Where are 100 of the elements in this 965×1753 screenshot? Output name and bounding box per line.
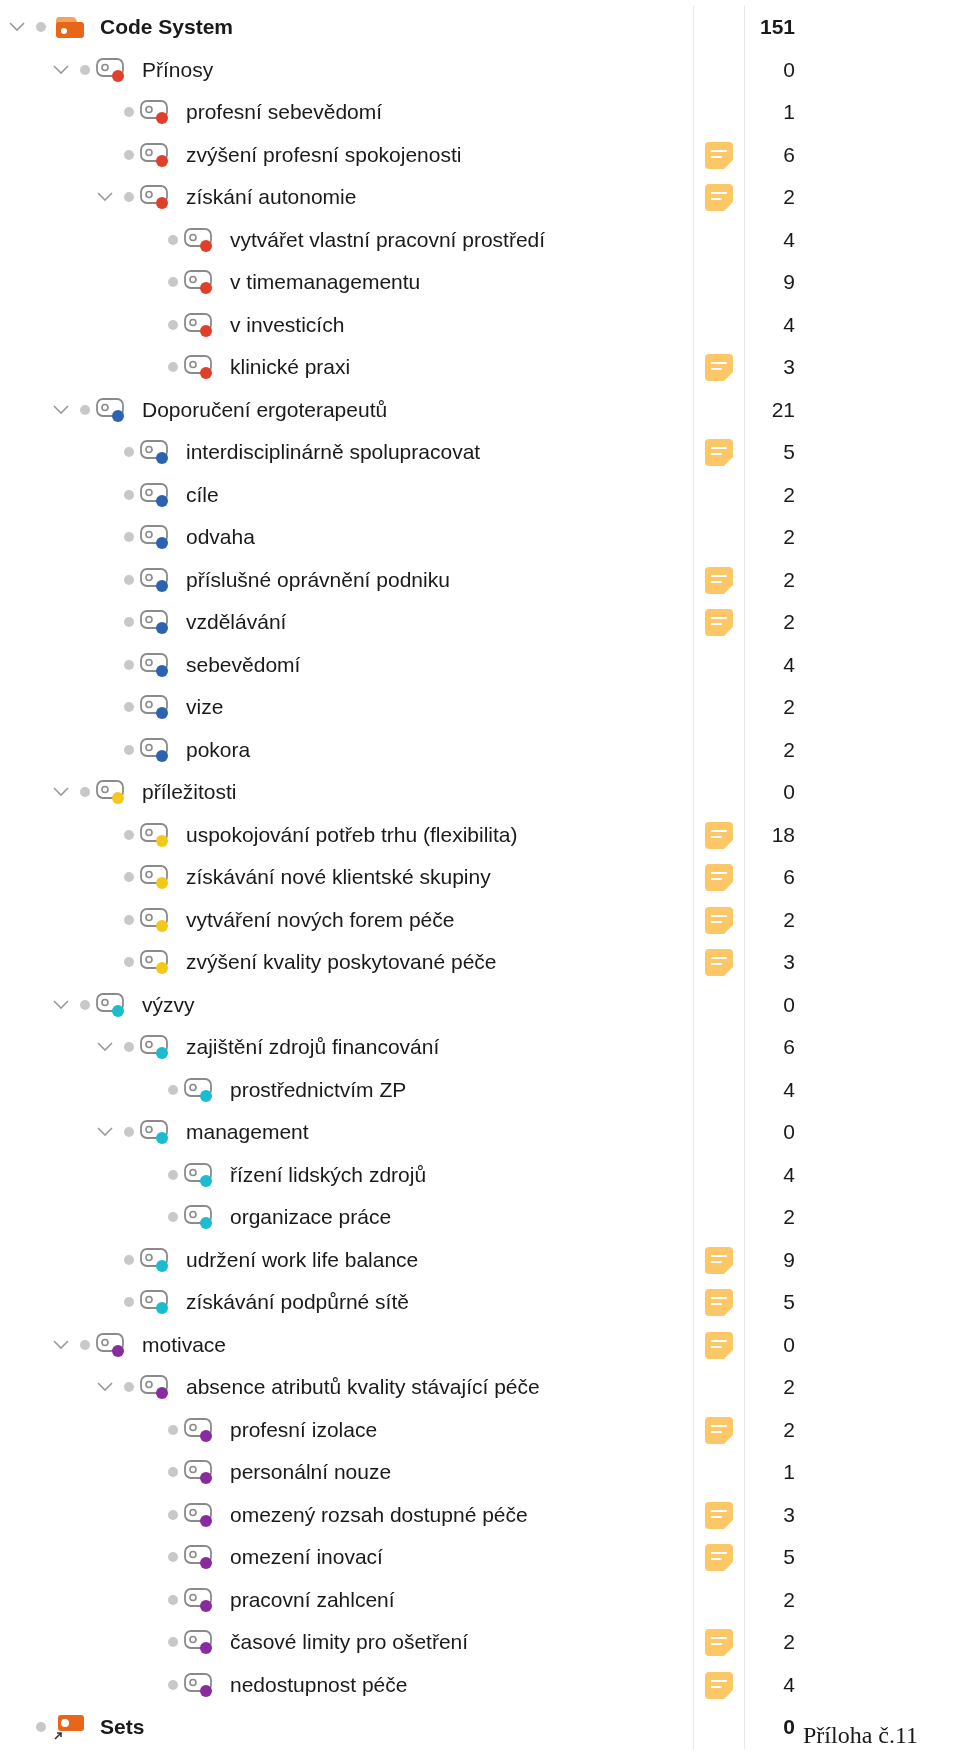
memo-icon[interactable] — [704, 819, 734, 850]
code-label[interactable]: vize — [186, 695, 224, 720]
count-text: 3 — [783, 950, 795, 975]
memo-icon[interactable] — [704, 1329, 734, 1360]
dot-icon — [168, 1679, 178, 1690]
code-label[interactable]: klinické praxi — [230, 355, 351, 380]
code-label[interactable]: zajištění zdrojů financování — [186, 1035, 440, 1060]
chevron-down-icon[interactable] — [96, 1381, 114, 1394]
code-label[interactable]: vytváření nových forem péče — [186, 907, 455, 932]
dot-icon — [168, 1552, 178, 1563]
code-icon — [140, 482, 168, 502]
code-icon — [140, 1375, 168, 1395]
code-label[interactable]: absence atributů kvality stávající péče — [186, 1375, 540, 1400]
code-label[interactable]: odvaha — [186, 525, 255, 550]
count-text: 2 — [783, 1375, 795, 1400]
code-label[interactable]: v investicích — [230, 312, 345, 337]
code-label[interactable]: prostřednictvím ZP — [230, 1077, 407, 1102]
code-label[interactable]: v timemanagementu — [230, 270, 421, 295]
code-label[interactable]: zvýšení kvality poskytované péče — [186, 950, 497, 975]
code-label[interactable]: Doporučení ergoterapeutů — [142, 397, 388, 422]
code-label[interactable]: příslušné oprávnění podniku — [186, 567, 450, 592]
chevron-down-icon[interactable] — [52, 786, 70, 799]
code-label[interactable]: Sets — [100, 1715, 145, 1740]
code-label[interactable]: sebevědomí — [186, 652, 301, 677]
chevron-down-icon[interactable] — [52, 403, 70, 416]
dot-icon — [124, 1042, 134, 1053]
memo-icon[interactable] — [704, 352, 734, 383]
code-label[interactable]: management — [186, 1120, 309, 1145]
memo-icon[interactable] — [704, 182, 734, 213]
code-label[interactable]: profesní izolace — [230, 1417, 378, 1442]
code-label[interactable]: získávání podpůrné sítě — [186, 1290, 409, 1315]
dot-icon — [124, 914, 134, 925]
caption-text: Příloha č.11 — [803, 1721, 919, 1749]
memo-icon[interactable] — [704, 607, 734, 638]
dot-icon — [124, 532, 134, 543]
code-label[interactable]: motivace — [142, 1332, 227, 1357]
code-label[interactable]: cíle — [186, 482, 219, 507]
count-text: 2 — [783, 185, 795, 210]
count-text: 2 — [783, 1587, 795, 1612]
code-label[interactable]: Přínosy — [142, 57, 214, 82]
code-label[interactable]: profesní sebevědomí — [186, 100, 383, 125]
memo-icon[interactable] — [704, 1627, 734, 1658]
dot-icon — [168, 277, 178, 288]
code-label[interactable]: výzvy — [142, 992, 195, 1017]
code-label[interactable]: interdisciplinárně spolupracovat — [186, 440, 481, 465]
count-text: 2 — [783, 1417, 795, 1442]
code-label[interactable]: organizace práce — [230, 1205, 392, 1230]
code-label[interactable]: udržení work life balance — [186, 1247, 419, 1272]
count-text: 6 — [783, 142, 795, 167]
memo-icon[interactable] — [704, 1414, 734, 1445]
memo-icon[interactable] — [704, 1287, 734, 1318]
code-label[interactable]: nedostupnost péče — [230, 1672, 408, 1697]
count-text: 4 — [783, 1672, 795, 1697]
code-icon — [184, 1630, 212, 1650]
memo-icon[interactable] — [704, 1499, 734, 1530]
dot-icon — [168, 1637, 178, 1648]
chevron-down-icon[interactable] — [96, 1126, 114, 1139]
code-label[interactable]: příležitosti — [142, 780, 237, 805]
chevron-down-icon[interactable] — [8, 21, 26, 34]
count-text: 5 — [783, 1290, 795, 1315]
code-label[interactable]: získání autonomie — [186, 185, 357, 210]
memo-icon[interactable] — [704, 1669, 734, 1700]
memo-icon[interactable] — [704, 947, 734, 978]
memo-icon[interactable] — [704, 862, 734, 893]
code-icon — [96, 1332, 124, 1352]
count-text: 9 — [783, 1247, 795, 1272]
code-label[interactable]: personální nouze — [230, 1460, 392, 1485]
code-label[interactable]: uspokojování potřeb trhu (flexibilita) — [186, 822, 518, 847]
chevron-down-icon[interactable] — [96, 191, 114, 204]
code-label[interactable]: zvýšení profesní spokojenosti — [186, 142, 462, 167]
chevron-down-icon[interactable] — [52, 998, 70, 1011]
memo-icon[interactable] — [704, 904, 734, 935]
memo-icon[interactable] — [704, 139, 734, 170]
memo-icon[interactable] — [704, 564, 734, 595]
dot-icon — [124, 574, 134, 585]
code-icon — [140, 652, 168, 672]
code-label[interactable]: pokora — [186, 737, 251, 762]
code-label[interactable]: pracovní zahlcení — [230, 1587, 395, 1612]
count-text: 4 — [783, 227, 795, 252]
code-icon — [184, 312, 212, 332]
code-icon — [140, 907, 168, 927]
code-label[interactable]: omezený rozsah dostupné péče — [230, 1502, 528, 1527]
dot-icon — [168, 1424, 178, 1435]
code-label[interactable]: vzdělávání — [186, 610, 287, 635]
dot-icon — [124, 149, 134, 160]
code-label[interactable]: vytvářet vlastní pracovní prostředí — [230, 227, 546, 252]
code-label[interactable]: řízení lidských zdrojů — [230, 1162, 427, 1187]
memo-icon[interactable] — [704, 437, 734, 468]
code-icon — [96, 992, 124, 1012]
dot-icon — [168, 234, 178, 245]
code-label[interactable]: omezení inovací — [230, 1545, 383, 1570]
count-text: 4 — [783, 1077, 795, 1102]
chevron-down-icon[interactable] — [52, 1338, 70, 1351]
code-label[interactable]: časové limity pro ošetření — [230, 1630, 469, 1655]
chevron-down-icon[interactable] — [96, 1041, 114, 1054]
code-label[interactable]: Code System — [100, 15, 234, 40]
chevron-down-icon[interactable] — [52, 63, 70, 76]
memo-icon[interactable] — [704, 1244, 734, 1275]
memo-icon[interactable] — [704, 1542, 734, 1573]
code-label[interactable]: získávání nové klientské skupiny — [186, 865, 491, 890]
